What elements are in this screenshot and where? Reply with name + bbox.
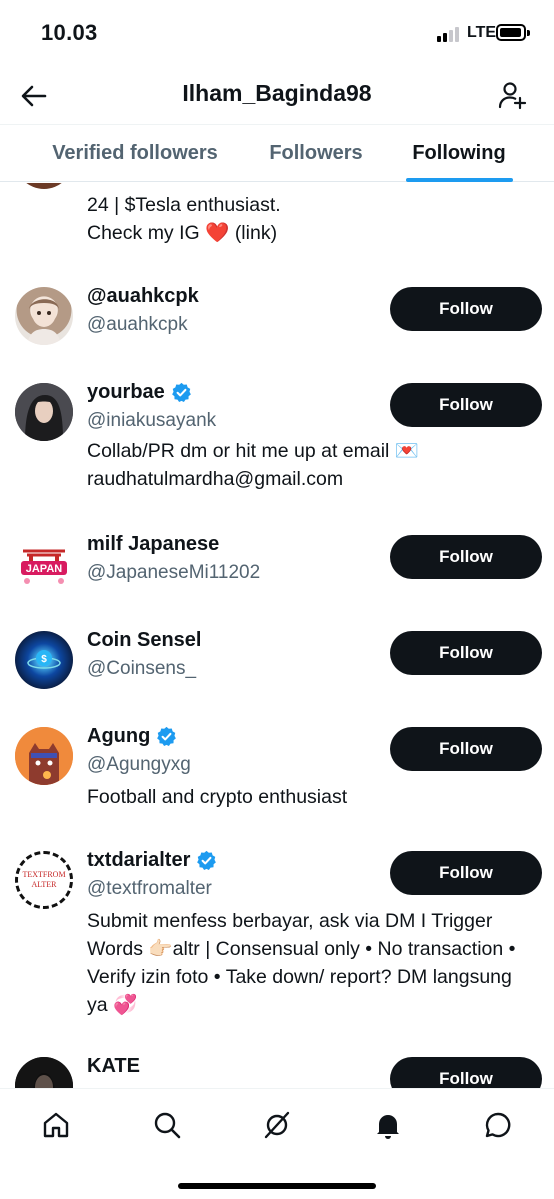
avatar[interactable]: TEXTFROM ALTER (15, 851, 73, 909)
nav-search[interactable] (145, 1103, 189, 1147)
messages-icon (485, 1112, 511, 1138)
user-bio: Submit menfess berbayar, ask via DM I Tr… (87, 910, 516, 1016)
nav-notifications[interactable] (366, 1103, 410, 1147)
list-item[interactable]: Agung @Agungyxg Football and crypto enth… (0, 711, 554, 821)
follow-button[interactable]: Follow (390, 535, 542, 579)
battery-icon (496, 24, 530, 41)
list-item[interactable]: yourbae @iniakusayank Collab/PR dm or hi… (0, 367, 554, 507)
user-name: yourbae (87, 381, 192, 404)
verified-badge-icon (197, 850, 217, 871)
page-title: Ilham_Baginda98 (182, 80, 372, 106)
network-type: LTE (467, 24, 497, 41)
avatar[interactable] (15, 287, 73, 345)
user-bio: Collab/PR dm or hit me up at email 💌 rau… (87, 440, 420, 490)
verified-badge-icon (171, 382, 191, 403)
home-indicator (178, 1183, 376, 1189)
user-name: milf Japanese (87, 533, 220, 555)
user-name: Coin Sensel (87, 629, 202, 651)
bottom-nav (0, 1088, 554, 1199)
svg-text:$: $ (41, 654, 47, 665)
list-item[interactable]: JAPAN milf Japanese @JapaneseMi11202 Fol… (0, 519, 554, 599)
grok-icon (264, 1111, 290, 1139)
follow-button[interactable]: Follow (390, 287, 542, 331)
avatar[interactable] (15, 1057, 73, 1088)
list-item[interactable]: KATE Follow (0, 1041, 554, 1088)
nav-messages[interactable] (476, 1103, 520, 1147)
following-list[interactable]: 24 | $Tesla enthusiast. Check my IG ❤️ (… (0, 183, 554, 1088)
user-name: KATE (87, 1055, 140, 1077)
avatar[interactable] (15, 383, 73, 441)
active-tab-indicator (406, 178, 513, 182)
add-user-button[interactable] (492, 76, 532, 116)
user-name: @auahkcpk (87, 285, 199, 307)
search-icon (154, 1112, 181, 1139)
status-time: 10.03 (41, 20, 98, 45)
user-handle: @Agungyxg (87, 754, 191, 775)
follow-button[interactable]: Follow (390, 1057, 542, 1088)
svg-text:ALTER: ALTER (31, 880, 57, 889)
user-handle: @Coinsens_ (87, 658, 197, 679)
add-user-icon (498, 82, 527, 110)
avatar[interactable] (15, 183, 73, 189)
svg-text:TEXTFROM: TEXTFROM (22, 870, 65, 879)
follow-button[interactable]: Follow (390, 631, 542, 675)
follow-button[interactable]: Follow (390, 851, 542, 895)
nav-grok[interactable] (255, 1103, 299, 1147)
verified-badge-icon (157, 726, 177, 747)
svg-text:JAPAN: JAPAN (26, 563, 63, 575)
user-handle: @auahkcpk (87, 314, 188, 335)
list-item[interactable]: @auahkcpk @auahkcpk Follow (0, 271, 554, 351)
status-bar: 10.03 LTE (0, 0, 554, 66)
user-bio: 24 | $Tesla enthusiast. Check my IG ❤️ (… (87, 194, 281, 244)
user-name: txtdarialter (87, 849, 217, 872)
list-item[interactable]: 24 | $Tesla enthusiast. Check my IG ❤️ (… (0, 183, 554, 253)
user-bio: Football and crypto enthusiast (87, 786, 348, 808)
tab-verified-followers[interactable]: Verified followers (30, 125, 240, 182)
follow-button[interactable]: Follow (390, 383, 542, 427)
follow-button[interactable]: Follow (390, 727, 542, 771)
avatar[interactable]: JAPAN (15, 535, 73, 593)
user-handle: @JapaneseMi11202 (87, 562, 261, 583)
list-item[interactable]: $ Coin Sensel @Coinsens_ Follow (0, 615, 554, 695)
signal-icon (437, 26, 463, 42)
tab-following[interactable]: Following (396, 125, 522, 182)
home-icon (43, 1112, 69, 1138)
tab-bar: Verified followers Followers Following (0, 124, 554, 182)
user-handle: @iniakusayank (87, 410, 217, 431)
nav-home[interactable] (34, 1103, 78, 1147)
list-item[interactable]: TEXTFROM ALTER txtdarialter @textfromalte… (0, 835, 554, 1035)
avatar[interactable]: $ (15, 631, 73, 689)
user-name: Agung (87, 725, 177, 748)
tab-followers[interactable]: Followers (252, 125, 380, 182)
user-handle: @textfromalter (87, 878, 212, 899)
notifications-icon (377, 1115, 399, 1139)
header: Ilham_Baginda98 (0, 66, 554, 124)
avatar[interactable] (15, 727, 73, 785)
